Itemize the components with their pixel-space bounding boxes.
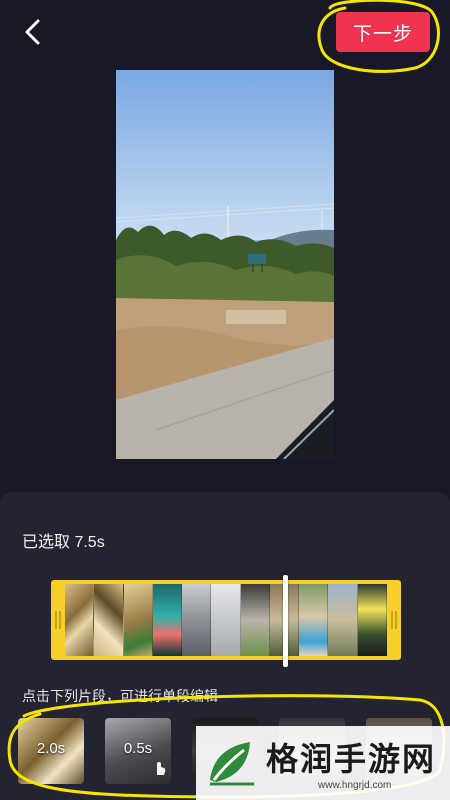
- timeline-frame: [182, 584, 212, 656]
- site-watermark: 格润手游网 www.hngrjd.com: [196, 726, 450, 800]
- timeline-frame: [152, 584, 183, 656]
- preview-image: [116, 70, 334, 459]
- trim-handle-left[interactable]: [51, 580, 65, 660]
- clip-thumbnail-2[interactable]: 0.5s: [105, 718, 171, 784]
- timeline-frame: [94, 584, 124, 656]
- next-step-button[interactable]: 下一步: [336, 12, 430, 52]
- playhead-indicator[interactable]: [283, 575, 288, 667]
- timeline-frame: [65, 584, 95, 656]
- clip-thumbnail-1[interactable]: 2.0s: [18, 718, 84, 784]
- watermark-title: 格润手游网: [266, 741, 437, 777]
- watermark-url: www.hngrjd.com: [318, 780, 392, 791]
- editor-top-area: 下一步: [0, 0, 450, 492]
- timeline-frames: [65, 584, 387, 656]
- hand-icon: [157, 762, 166, 775]
- back-button[interactable]: [14, 14, 50, 50]
- edit-hint-text: 点击下列片段，可进行单段编辑: [22, 688, 218, 704]
- timeline-frame: [123, 584, 153, 656]
- selected-duration-label: 已选取 7.5s: [22, 534, 105, 551]
- chevron-left-icon: [25, 19, 40, 45]
- timeline-strip[interactable]: [51, 580, 401, 660]
- timeline-frame: [299, 584, 329, 656]
- timeline-frame: [211, 584, 241, 656]
- timeline-frame: [357, 584, 387, 656]
- timeline-frame: [240, 584, 270, 656]
- clip-duration: 2.0s: [36, 740, 66, 757]
- clip-duration: 0.5s: [123, 740, 153, 757]
- video-preview[interactable]: [116, 70, 334, 459]
- trim-handle-right[interactable]: [387, 580, 401, 660]
- leaf-logo-icon: [210, 742, 254, 786]
- timeline-frame: [328, 584, 358, 656]
